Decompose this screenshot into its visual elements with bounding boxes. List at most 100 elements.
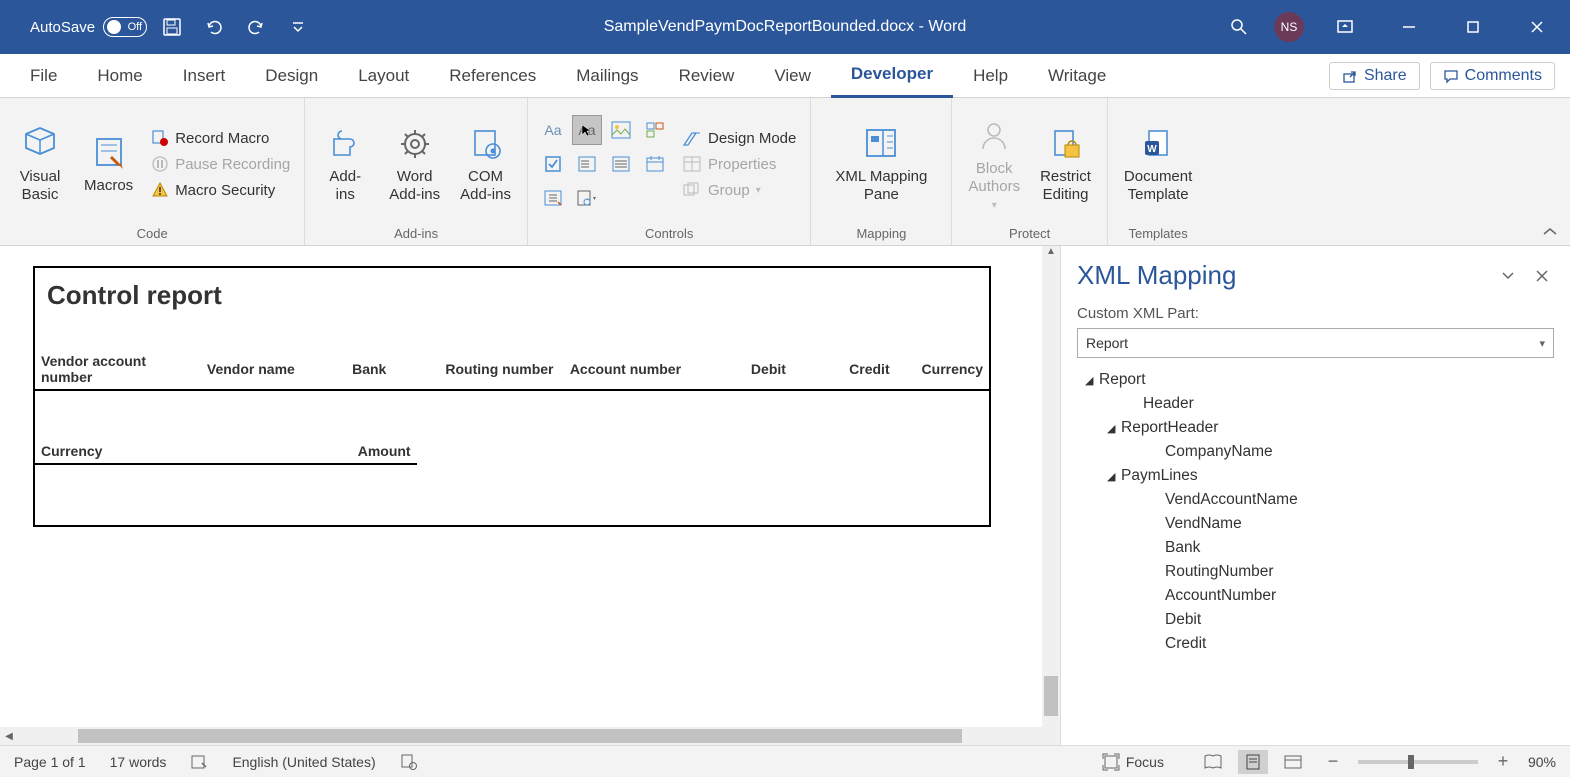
record-icon (151, 129, 169, 147)
tree-node-companyname[interactable]: CompanyName (1077, 440, 1562, 464)
toggle-knob (107, 20, 121, 34)
ribbon-tabs: File Home Insert Design Layout Reference… (0, 54, 1570, 98)
tree-node-credit[interactable]: Credit (1077, 632, 1562, 656)
com-addins-button[interactable]: COM Add-ins (454, 120, 517, 208)
tree-node-report[interactable]: ◢Report (1077, 368, 1562, 392)
macro-security-button[interactable]: Macro Security (147, 177, 294, 203)
legacy-tools-button[interactable] (572, 183, 602, 213)
building-block-control-button[interactable] (640, 115, 670, 145)
tab-home[interactable]: Home (77, 54, 162, 98)
scroll-thumb-h[interactable] (78, 729, 962, 743)
report-title: Control report (35, 268, 989, 351)
tree-node-debit[interactable]: Debit (1077, 608, 1562, 632)
zoom-out-button[interactable]: − (1318, 750, 1348, 774)
read-mode-button[interactable] (1198, 750, 1228, 774)
record-macro-button[interactable]: Record Macro (147, 125, 294, 151)
comments-button[interactable]: Comments (1430, 62, 1555, 90)
horizontal-scrollbar[interactable]: ◀ ▶ (0, 727, 1042, 745)
checkbox-control-button[interactable] (538, 149, 568, 179)
tree-node-accountnumber[interactable]: AccountNumber (1077, 584, 1562, 608)
zoom-level[interactable]: 90% (1528, 754, 1556, 770)
addins-button[interactable]: Add- ins (315, 120, 375, 208)
close-button[interactable] (1514, 10, 1560, 44)
warning-icon (151, 181, 169, 199)
tab-help[interactable]: Help (953, 54, 1028, 98)
tab-writage[interactable]: Writage (1028, 54, 1126, 98)
share-button[interactable]: Share (1329, 62, 1420, 90)
document-template-icon: W (1138, 124, 1178, 164)
redo-button[interactable] (239, 10, 273, 44)
scroll-left-icon[interactable]: ◀ (0, 731, 18, 742)
tab-file[interactable]: File (10, 54, 77, 98)
zoom-slider-knob[interactable] (1408, 755, 1414, 769)
web-layout-button[interactable] (1278, 750, 1308, 774)
user-avatar[interactable]: NS (1274, 12, 1304, 42)
autosave-state: Off (128, 21, 142, 33)
ribbon-display-options-button[interactable] (1322, 10, 1368, 44)
zoom-slider[interactable] (1358, 760, 1478, 764)
macros-status-button[interactable] (400, 753, 418, 771)
page-indicator[interactable]: Page 1 of 1 (14, 754, 86, 770)
tree-node-vendname[interactable]: VendName (1077, 512, 1562, 536)
tab-design[interactable]: Design (245, 54, 338, 98)
xml-mapping-icon (861, 124, 901, 164)
custom-xml-part-select[interactable]: Report ▾ (1077, 328, 1554, 358)
tab-insert[interactable]: Insert (163, 54, 246, 98)
document-canvas[interactable]: Control report Vendor account number Ven… (0, 246, 1042, 745)
autosave-toggle[interactable]: Off (103, 17, 147, 37)
combobox-control-button[interactable] (572, 149, 602, 179)
xml-tree: ◢Report Header ◢ReportHeader CompanyName… (1061, 368, 1570, 745)
tab-review[interactable]: Review (659, 54, 755, 98)
language-button[interactable]: English (United States) (232, 754, 375, 770)
vertical-scrollbar[interactable]: ▲ (1042, 246, 1060, 745)
word-addins-button[interactable]: Word Add-ins (383, 120, 446, 208)
document-template-label: Document Template (1124, 168, 1192, 204)
document-template-button[interactable]: W Document Template (1118, 120, 1198, 208)
undo-button[interactable] (197, 10, 231, 44)
tree-node-header[interactable]: Header (1077, 392, 1562, 416)
cursor-icon (580, 123, 594, 137)
tree-node-bank[interactable]: Bank (1077, 536, 1562, 560)
rich-text-control-button[interactable]: Aa (538, 115, 568, 145)
restrict-editing-button[interactable]: Restrict Editing (1034, 120, 1097, 208)
comment-icon (1443, 68, 1459, 84)
report-table-summary: Currency Amount (35, 441, 417, 465)
tab-view[interactable]: View (754, 54, 831, 98)
repeating-section-control-button[interactable] (538, 183, 568, 213)
autosave-control[interactable]: AutoSave Off (30, 17, 147, 37)
pane-title: XML Mapping (1077, 260, 1486, 291)
search-button[interactable] (1222, 10, 1256, 44)
autosave-label: AutoSave (30, 19, 95, 36)
maximize-button[interactable] (1450, 10, 1496, 44)
proofing-button[interactable] (190, 753, 208, 771)
print-layout-button[interactable] (1238, 750, 1268, 774)
tree-node-routingnumber[interactable]: RoutingNumber (1077, 560, 1562, 584)
tab-layout[interactable]: Layout (338, 54, 429, 98)
scroll-thumb-v[interactable] (1044, 676, 1058, 716)
macros-button[interactable]: Macros (78, 129, 139, 199)
tab-developer[interactable]: Developer (831, 54, 953, 98)
save-button[interactable] (155, 10, 189, 44)
minimize-button[interactable] (1386, 10, 1432, 44)
collapse-ribbon-button[interactable] (1530, 98, 1570, 245)
col-bank: Bank (346, 351, 439, 390)
picture-control-button[interactable] (606, 115, 636, 145)
pane-close-button[interactable] (1530, 264, 1554, 288)
focus-mode-button[interactable]: Focus (1102, 753, 1164, 771)
plain-text-control-button[interactable]: Aa (572, 115, 602, 145)
design-mode-button[interactable]: Design Mode (678, 125, 800, 151)
tree-node-paymlines[interactable]: ◢PaymLines (1077, 464, 1562, 488)
zoom-in-button[interactable]: + (1488, 750, 1518, 774)
xml-mapping-pane-button[interactable]: XML Mapping Pane (821, 120, 941, 208)
tab-mailings[interactable]: Mailings (556, 54, 658, 98)
qat-customize-button[interactable] (281, 10, 315, 44)
dropdown-control-button[interactable] (606, 149, 636, 179)
scroll-up-icon[interactable]: ▲ (1042, 246, 1060, 264)
pane-options-button[interactable] (1496, 264, 1520, 288)
tab-references[interactable]: References (429, 54, 556, 98)
word-count[interactable]: 17 words (110, 754, 167, 770)
tree-node-reportheader[interactable]: ◢ReportHeader (1077, 416, 1562, 440)
tree-node-vendaccountname[interactable]: VendAccountName (1077, 488, 1562, 512)
datepicker-control-button[interactable] (640, 149, 670, 179)
visual-basic-button[interactable]: Visual Basic (10, 120, 70, 208)
